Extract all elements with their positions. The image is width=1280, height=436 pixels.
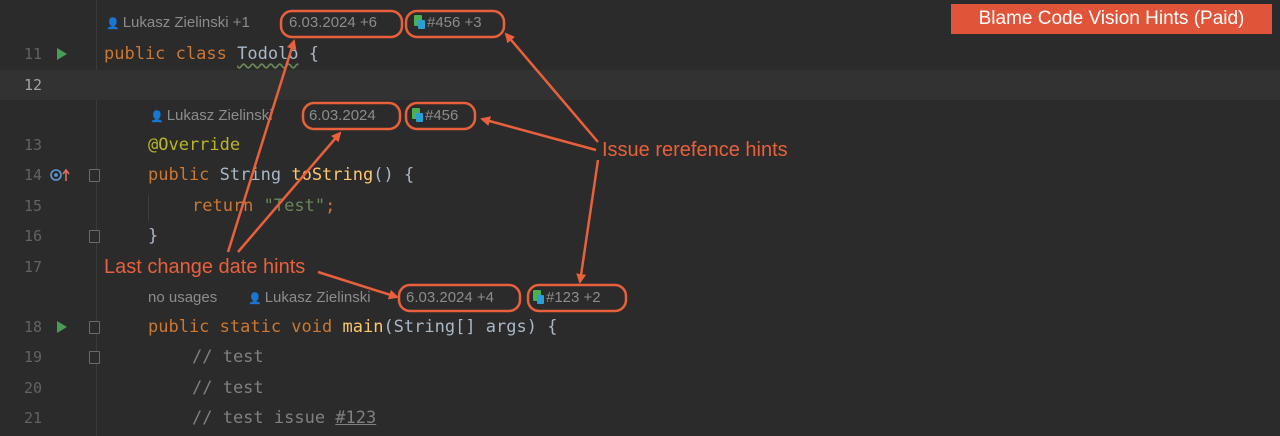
arrow-date-method xyxy=(237,131,342,253)
annotation-overlay xyxy=(226,9,628,313)
class-issue-highlight xyxy=(404,9,506,39)
class-date-highlight xyxy=(279,9,404,39)
main-date-highlight xyxy=(397,283,522,313)
arrow-date-main xyxy=(317,270,399,300)
arrow-issue-class xyxy=(504,32,599,143)
date-hints-callout: Last change date hints xyxy=(104,256,306,278)
issue-hints-callout: Issue rerefence hints xyxy=(602,139,788,161)
method-issue-highlight xyxy=(404,101,477,131)
main-issue-highlight xyxy=(526,283,628,313)
arrow-date-class xyxy=(226,39,297,253)
banner-title: Blame Code Vision Hints (Paid) xyxy=(951,4,1272,34)
method-date-highlight xyxy=(301,101,402,131)
arrow-issue-main xyxy=(576,159,600,284)
arrow-issue-method xyxy=(480,116,597,152)
